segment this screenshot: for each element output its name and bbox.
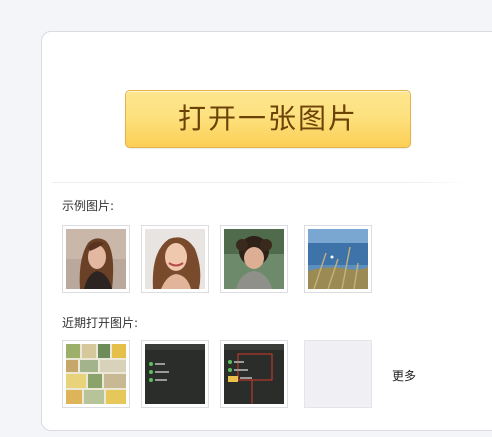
open-image-panel: 打开一张图片 示例图片: 近期打开图片: 更多 bbox=[41, 31, 492, 431]
smiling-woman-thumbnail bbox=[145, 229, 205, 289]
dark-menu-annotated-thumbnail bbox=[224, 344, 284, 404]
examples-label: 示例图片: bbox=[62, 199, 115, 213]
dark-menu-screenshot-thumbnail bbox=[145, 344, 205, 404]
recent-image-empty[interactable] bbox=[304, 340, 372, 408]
grass-sea-thumbnail bbox=[308, 229, 368, 289]
recent-image-dark-menu-annotated[interactable] bbox=[220, 340, 288, 408]
example-image-grass[interactable] bbox=[304, 225, 372, 293]
divider bbox=[52, 182, 472, 183]
more-link[interactable]: 更多 bbox=[392, 367, 416, 384]
woman-portrait-thumbnail bbox=[66, 229, 126, 289]
collage-thumbnail bbox=[66, 344, 126, 404]
recent-image-dark-menu[interactable] bbox=[141, 340, 209, 408]
example-image-child[interactable] bbox=[220, 225, 288, 293]
open-image-button[interactable]: 打开一张图片 bbox=[125, 90, 411, 148]
empty-thumbnail bbox=[308, 344, 368, 404]
recent-image-collage[interactable] bbox=[62, 340, 130, 408]
example-image-woman[interactable] bbox=[62, 225, 130, 293]
child-portrait-thumbnail bbox=[224, 229, 284, 289]
example-image-smiling-woman[interactable] bbox=[141, 225, 209, 293]
recent-label: 近期打开图片: bbox=[62, 316, 139, 330]
